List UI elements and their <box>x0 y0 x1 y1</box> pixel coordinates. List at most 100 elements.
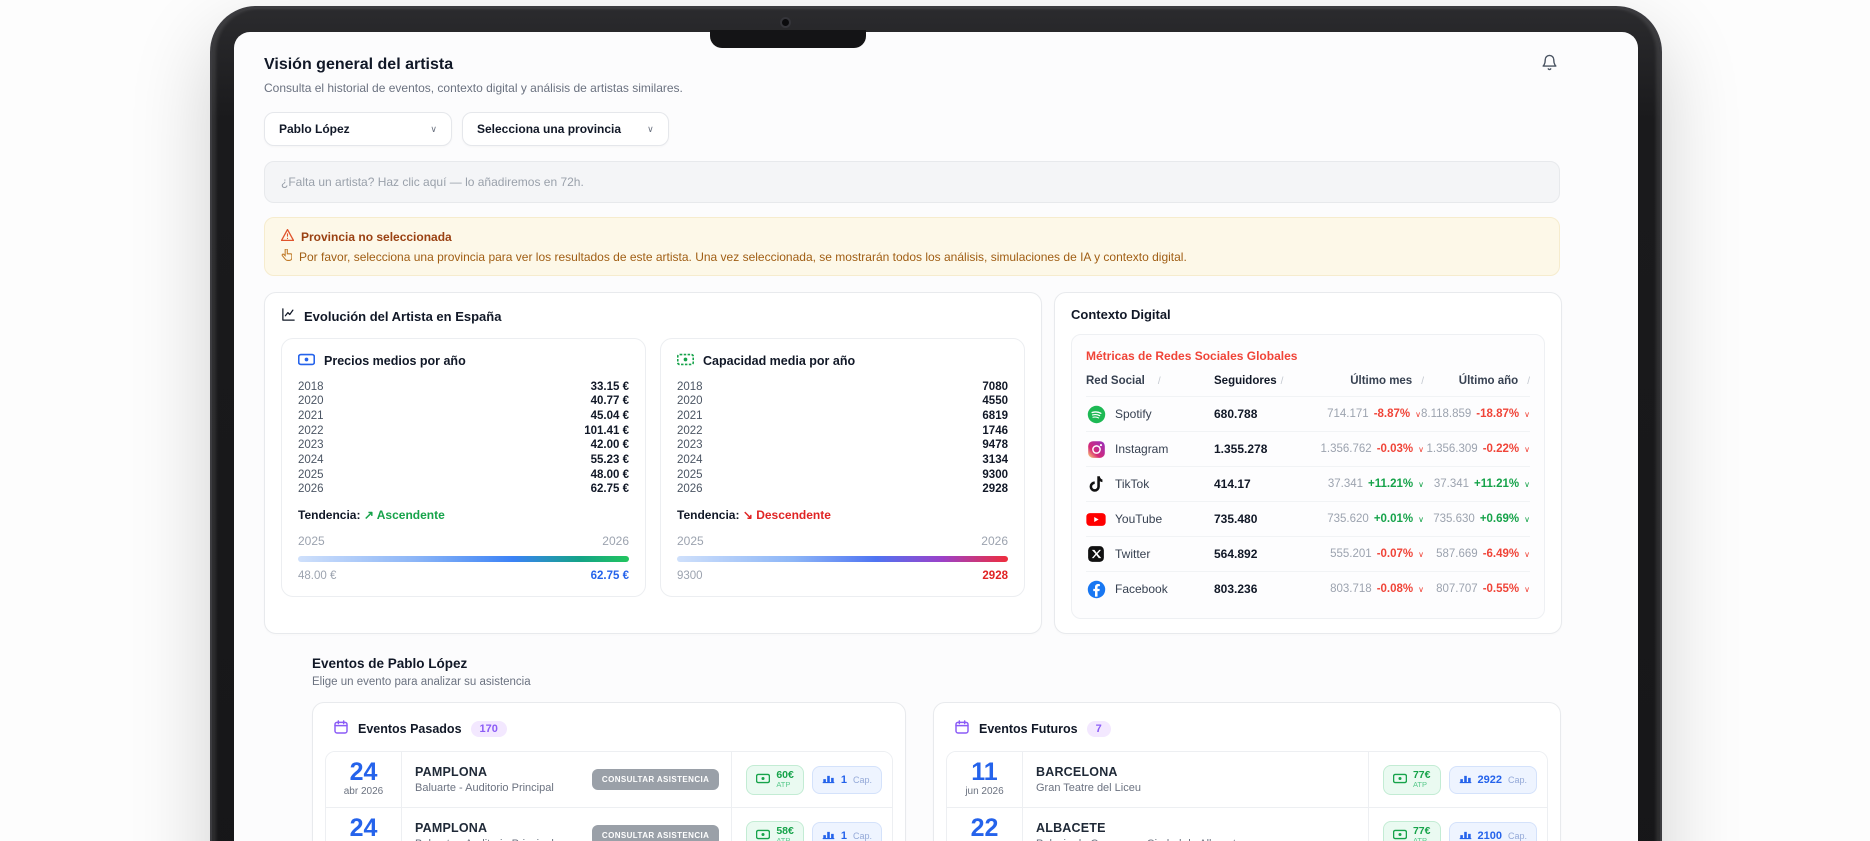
social-row-twitter: Twitter 564.892 555.201 -0.07% ∨ 587.669 -6… <box>1086 536 1530 571</box>
trend-down-arrow-icon: ↘ <box>742 507 753 522</box>
expand-chevron-icon[interactable]: ∨ <box>1524 515 1530 524</box>
capacity-trend-value: Descendente <box>756 507 831 522</box>
consult-attendance-button[interactable]: CONSULTAR ASISTENCIA <box>591 769 720 790</box>
warning-body: Por favor, selecciona una provincia para… <box>299 249 1187 264</box>
consult-attendance-button[interactable]: CONSULTAR ASISTENCIA <box>591 825 720 841</box>
prices-header: Precios medios por año <box>297 353 629 369</box>
social-metrics-panel: Métricas de Redes Sociales Globales Red … <box>1071 334 1545 619</box>
warning-title-row: Provincia no seleccionada <box>280 228 1543 244</box>
stadium-icon <box>1459 771 1472 789</box>
province-select-placeholder: Selecciona una provincia <box>477 122 622 136</box>
social-row-youtube: YouTube 735.480 735.620 +0.01% ∨ 735.630 +0… <box>1086 501 1530 536</box>
missing-artist-banner[interactable]: ¿Falta un artista? Haz clic aquí — lo añ… <box>264 161 1560 203</box>
laptop-frame: Visión general del artista Consulta el h… <box>210 6 1662 841</box>
capacity-range-values: 9300 2928 <box>677 569 1008 582</box>
calendar-icon <box>333 719 349 738</box>
capacity-gradient-bar <box>677 555 1008 562</box>
warning-icon <box>280 228 295 244</box>
evolution-header: Evolución del Artista en España <box>281 307 1025 325</box>
page-subtitle: Consulta el historial de eventos, contex… <box>264 81 683 95</box>
spotify-icon <box>1086 404 1106 424</box>
capacity-badge: 2922 Cap. <box>1448 765 1537 794</box>
cash-icon <box>1392 827 1408 841</box>
capacity-row: 2025 9300 <box>677 468 1008 481</box>
price-badge: 58€ ATP <box>746 820 804 841</box>
capacity-title: Capacidad media por año <box>703 354 856 368</box>
dashboard-content: Visión general del artista Consulta el h… <box>234 32 1638 841</box>
past-events-table: 24 abr 2026 PAMPLONA Baluarte - Auditori… <box>325 751 893 841</box>
price-row: 2023 42.00 € <box>298 439 629 452</box>
social-row-instagram: Instagram 1.355.278 1.356.762 -0.03% ∨ 1.3… <box>1086 431 1530 466</box>
price-row: 2024 55.23 € <box>298 454 629 467</box>
evolution-grid: Precios medios por año 2018 33.15 € 2020 4… <box>281 338 1025 597</box>
event-badges: 77€ ATP 2100 Cap. <box>1367 808 1547 841</box>
capacity-subcard: Capacidad media por año 2018 7080 2020 455… <box>660 338 1025 597</box>
expand-chevron-icon[interactable]: ∨ <box>1524 550 1530 559</box>
digital-context-card: Contexto Digital Métricas de Redes Socia… <box>1054 292 1562 634</box>
price-row: 2021 45.04 € <box>298 409 629 422</box>
price-row: 2020 40.77 € <box>298 395 629 408</box>
trend-up-arrow-icon: ↗ <box>363 507 374 522</box>
capacity-row: 2021 6819 <box>677 409 1008 422</box>
artist-select-value: Pablo López <box>279 122 350 136</box>
price-row: 2025 48.00 € <box>298 468 629 481</box>
stadium-icon <box>822 771 835 789</box>
expand-chevron-icon[interactable]: ∨ <box>1524 480 1530 489</box>
price-row: 2022 101.41 € <box>298 424 629 437</box>
cash-icon <box>756 771 771 789</box>
social-row-spotify: Spotify 680.788 714.171 -8.87% ∨ 8.118.859… <box>1086 396 1530 431</box>
sort-slash-icon: / <box>1527 375 1530 387</box>
laptop-camera <box>780 17 791 28</box>
prices-gradient-bar <box>298 555 629 562</box>
past-events-card: Eventos Pasados 170 24 abr 2026 PAMPLONA… <box>312 702 906 841</box>
warning-body-row: Por favor, selecciona una provincia para… <box>281 248 1543 264</box>
page-title: Visión general del artista <box>264 56 454 73</box>
expand-chevron-icon[interactable]: ∨ <box>1524 585 1530 594</box>
warning-title: Provincia no seleccionada <box>301 229 452 244</box>
artist-select[interactable]: Pablo López ∨ <box>264 112 452 146</box>
bell-icon <box>1541 54 1558 74</box>
past-events-title: Eventos Pasados <box>358 721 462 736</box>
future-events-header: Eventos Futuros 7 <box>946 717 1548 738</box>
cash-icon <box>1392 771 1408 789</box>
event-date: 24 abr 2026 <box>326 808 402 841</box>
future-events-card: Eventos Futuros 7 11 jun 2026 BARCELONA … <box>933 702 1561 841</box>
notifications-button[interactable] <box>1541 54 1558 74</box>
youtube-icon <box>1086 509 1106 529</box>
social-table-header: Red Social / Seguidores / Último mes / Últi… <box>1086 375 1530 387</box>
future-event-row[interactable]: 11 jun 2026 BARCELONA Gran Teatre del Li… <box>947 752 1547 808</box>
evolution-title: Evolución del Artista en España <box>304 308 502 324</box>
prices-range-years: 2025 2026 <box>298 533 629 548</box>
prices-title: Precios medios por año <box>324 354 466 368</box>
event-badges: 60€ ATP 1 Cap. <box>731 752 892 807</box>
event-info: PAMPLONA Baluarte - Auditorio Principal <box>415 765 554 794</box>
sort-slash-icon: / <box>1280 376 1284 387</box>
social-row-tiktok: TikTok 414.17 37.341 +11.21% ∨ 37.341 +11.2… <box>1086 466 1530 501</box>
calendar-icon <box>954 719 970 738</box>
capacity-row: 2020 4550 <box>677 395 1008 408</box>
expand-chevron-icon[interactable]: ∨ <box>1524 410 1530 419</box>
future-event-row[interactable]: 22 may 2026 ALBACETE Palacio de Congreso… <box>947 808 1547 841</box>
event-badges: 58€ ATP 1 Cap. <box>731 808 892 841</box>
future-events-count-badge: 7 <box>1086 720 1111 737</box>
capacity-icon <box>676 353 695 369</box>
chevron-down-icon: ∨ <box>647 123 654 134</box>
past-event-row[interactable]: 24 abr 2026 PAMPLONA Baluarte - Auditori… <box>326 808 892 841</box>
social-metrics-subtitle: Métricas de Redes Sociales Globales <box>1086 349 1298 363</box>
capacity-badge: 1 Cap. <box>811 821 882 841</box>
main-grid: Evolución del Artista en España Precios … <box>264 292 1562 634</box>
events-section: Eventos de Pablo López Elige un evento p… <box>312 656 1561 841</box>
province-select[interactable]: Selecciona una provincia ∨ <box>462 112 669 146</box>
stadium-icon <box>1459 827 1472 841</box>
event-info: ALBACETE Palacio de Congresos Ciudad de … <box>1036 821 1242 841</box>
expand-chevron-icon[interactable]: ∨ <box>1524 445 1530 454</box>
page-background: Visión general del artista Consulta el h… <box>0 0 1870 841</box>
past-events-header: Eventos Pasados 170 <box>325 717 893 738</box>
tiktok-icon <box>1086 474 1106 494</box>
capacity-badge: 2100 Cap. <box>1448 821 1537 841</box>
past-event-row[interactable]: 24 abr 2026 PAMPLONA Baluarte - Auditori… <box>326 752 892 808</box>
prices-range-values: 48.00 € 62.75 € <box>298 569 629 582</box>
capacity-row: 2018 7080 <box>677 380 1008 393</box>
event-info: BARCELONA Gran Teatre del Liceu <box>1036 765 1141 794</box>
price-badge: 77€ ATP <box>1382 820 1441 841</box>
